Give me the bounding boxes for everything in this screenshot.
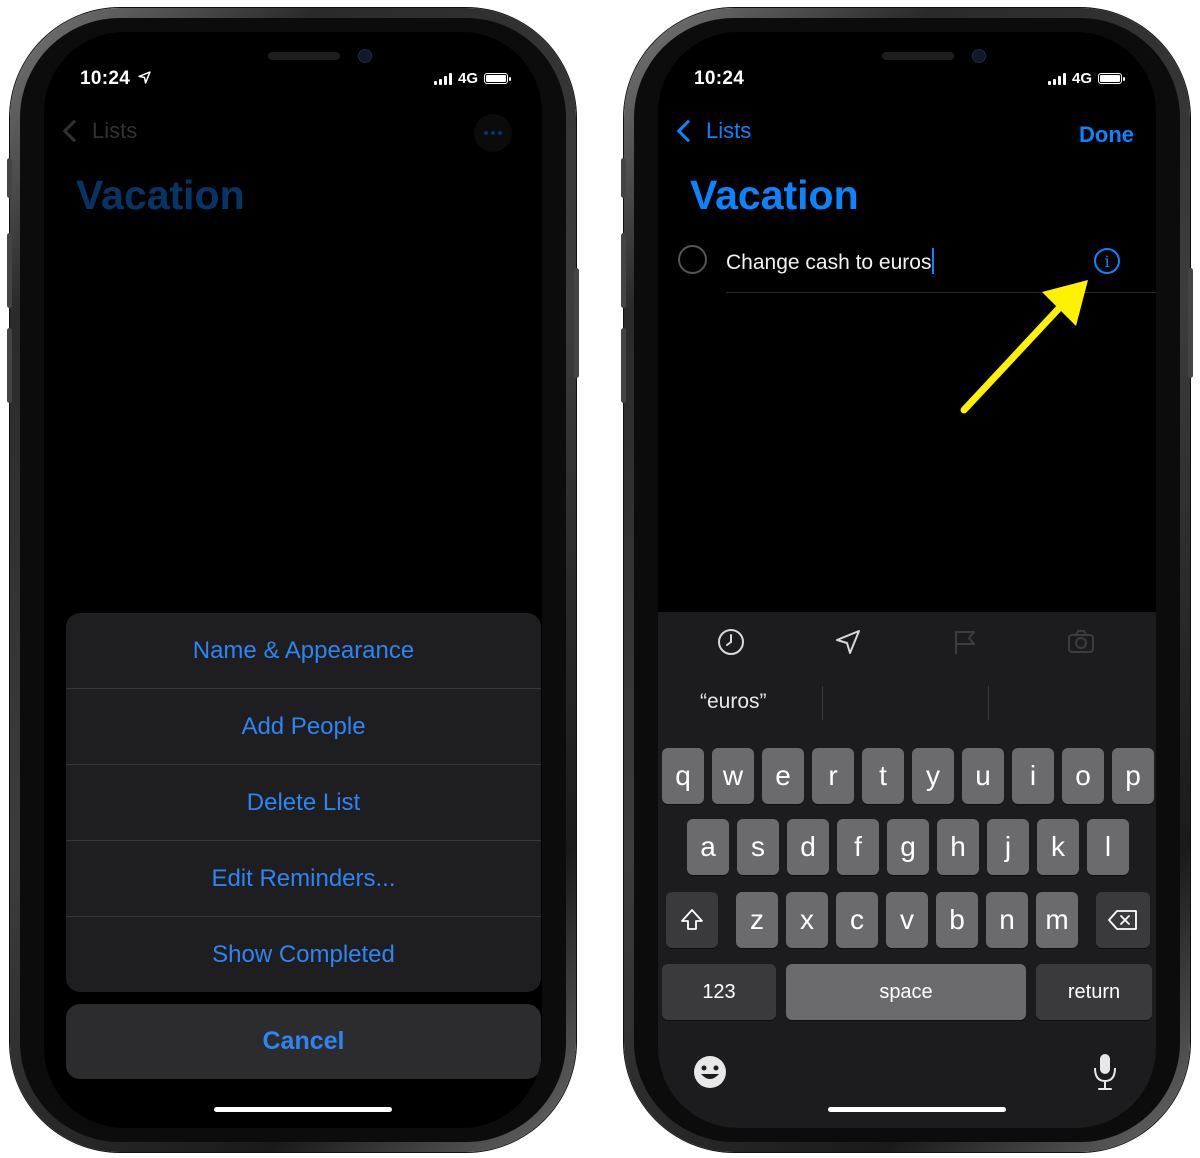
reminder-row: Change cash to euros i	[678, 242, 1156, 294]
network-type: 4G	[1071, 70, 1092, 87]
delete-key[interactable]	[1096, 892, 1150, 948]
ellipsis-icon[interactable]	[474, 114, 512, 152]
keyboard: qwertyuiop asdfghjkl zxcvbnm 123 space r…	[658, 730, 1156, 1128]
key-j[interactable]: j	[987, 819, 1029, 875]
key-r[interactable]: r	[812, 748, 854, 804]
key-b[interactable]: b	[936, 892, 978, 948]
back-label: Lists	[92, 118, 138, 143]
front-camera	[972, 49, 986, 63]
emoji-icon[interactable]	[692, 1054, 728, 1090]
front-camera	[358, 49, 372, 63]
key-p[interactable]: p	[1112, 748, 1154, 804]
reminder-text-field[interactable]: Change cash to euros	[726, 248, 935, 275]
clock-icon[interactable]	[716, 627, 746, 657]
location-arrow-icon	[138, 71, 151, 84]
location-icon[interactable]	[833, 627, 863, 657]
cellular-signal-icon	[1047, 72, 1066, 85]
network-type: 4G	[457, 70, 478, 87]
key-u[interactable]: u	[962, 748, 1004, 804]
cancel-button[interactable]: Cancel	[66, 1004, 541, 1079]
key-l[interactable]: l	[1087, 819, 1129, 875]
back-label: Lists	[706, 118, 752, 143]
mute-switch	[621, 158, 626, 198]
suggestion-divider	[822, 686, 823, 720]
action-add-people[interactable]: Add People	[66, 689, 541, 765]
key-d[interactable]: d	[787, 819, 829, 875]
back-button[interactable]: Lists	[62, 118, 138, 144]
key-w[interactable]: w	[712, 748, 754, 804]
key-x[interactable]: x	[786, 892, 828, 948]
status-indicators: 4G	[1047, 70, 1125, 87]
cellular-signal-icon	[433, 72, 452, 85]
key-q[interactable]: q	[662, 748, 704, 804]
key-i[interactable]: i	[1012, 748, 1054, 804]
status-time: 10:24	[80, 68, 151, 90]
suggestion-item[interactable]: “euros”	[700, 690, 767, 714]
right-phone: 10:24 4G Lists Done Vacation Change cash…	[621, 8, 1193, 1152]
volume-down-button	[621, 328, 626, 403]
volume-up-button	[621, 233, 626, 308]
completion-circle[interactable]	[678, 245, 707, 274]
status-indicators: 4G	[433, 70, 511, 87]
key-n[interactable]: n	[986, 892, 1028, 948]
volume-down-button	[7, 328, 12, 403]
key-m[interactable]: m	[1036, 892, 1078, 948]
action-sheet: Name & Appearance Add People Delete List…	[66, 613, 541, 992]
done-button[interactable]: Done	[1079, 122, 1134, 148]
camera-icon[interactable]	[1066, 627, 1096, 657]
key-z[interactable]: z	[736, 892, 778, 948]
home-indicator[interactable]	[828, 1107, 1006, 1112]
volume-up-button	[7, 233, 12, 308]
back-button[interactable]: Lists	[676, 118, 752, 144]
reminder-toolbar	[658, 612, 1156, 672]
key-y[interactable]: y	[912, 748, 954, 804]
row-divider	[726, 292, 1156, 293]
key-h[interactable]: h	[937, 819, 979, 875]
battery-icon	[1098, 73, 1125, 84]
key-g[interactable]: g	[887, 819, 929, 875]
earpiece-speaker	[268, 52, 340, 60]
suggestion-divider	[988, 686, 989, 720]
battery-icon	[484, 73, 511, 84]
key-v[interactable]: v	[886, 892, 928, 948]
microphone-icon[interactable]	[1090, 1052, 1120, 1092]
info-icon[interactable]: i	[1094, 248, 1120, 274]
list-title: Vacation	[690, 172, 859, 218]
key-s[interactable]: s	[737, 819, 779, 875]
side-button	[1188, 268, 1193, 378]
key-e[interactable]: e	[762, 748, 804, 804]
chevron-left-icon	[62, 119, 86, 143]
side-button	[574, 268, 579, 378]
earpiece-speaker	[882, 52, 954, 60]
shift-icon	[681, 909, 703, 930]
action-show-completed[interactable]: Show Completed	[66, 917, 541, 992]
key-k[interactable]: k	[1037, 819, 1079, 875]
key-t[interactable]: t	[862, 748, 904, 804]
return-key[interactable]: return	[1036, 964, 1152, 1020]
chevron-left-icon	[676, 119, 700, 143]
predictive-bar: “euros”	[658, 672, 1156, 730]
left-screen: 10:24 4G Lists Vacation Name & Appearanc…	[44, 32, 542, 1128]
mute-switch	[7, 158, 12, 198]
backspace-icon	[1108, 910, 1137, 930]
list-title: Vacation	[76, 172, 245, 218]
left-phone: 10:24 4G Lists Vacation Name & Appearanc…	[7, 8, 579, 1152]
home-indicator[interactable]	[214, 1107, 392, 1112]
space-key[interactable]: space	[786, 964, 1026, 1020]
right-screen: 10:24 4G Lists Done Vacation Change cash…	[658, 32, 1156, 1128]
shift-key[interactable]	[666, 892, 718, 948]
action-delete-list[interactable]: Delete List	[66, 765, 541, 841]
status-time: 10:24	[694, 68, 745, 89]
action-name-appearance[interactable]: Name & Appearance	[66, 613, 541, 689]
key-o[interactable]: o	[1062, 748, 1104, 804]
action-edit-reminders[interactable]: Edit Reminders...	[66, 841, 541, 917]
text-caret	[932, 248, 935, 274]
key-a[interactable]: a	[687, 819, 729, 875]
key-f[interactable]: f	[837, 819, 879, 875]
numbers-key[interactable]: 123	[662, 964, 776, 1020]
key-c[interactable]: c	[836, 892, 878, 948]
flag-icon[interactable]	[950, 627, 980, 657]
